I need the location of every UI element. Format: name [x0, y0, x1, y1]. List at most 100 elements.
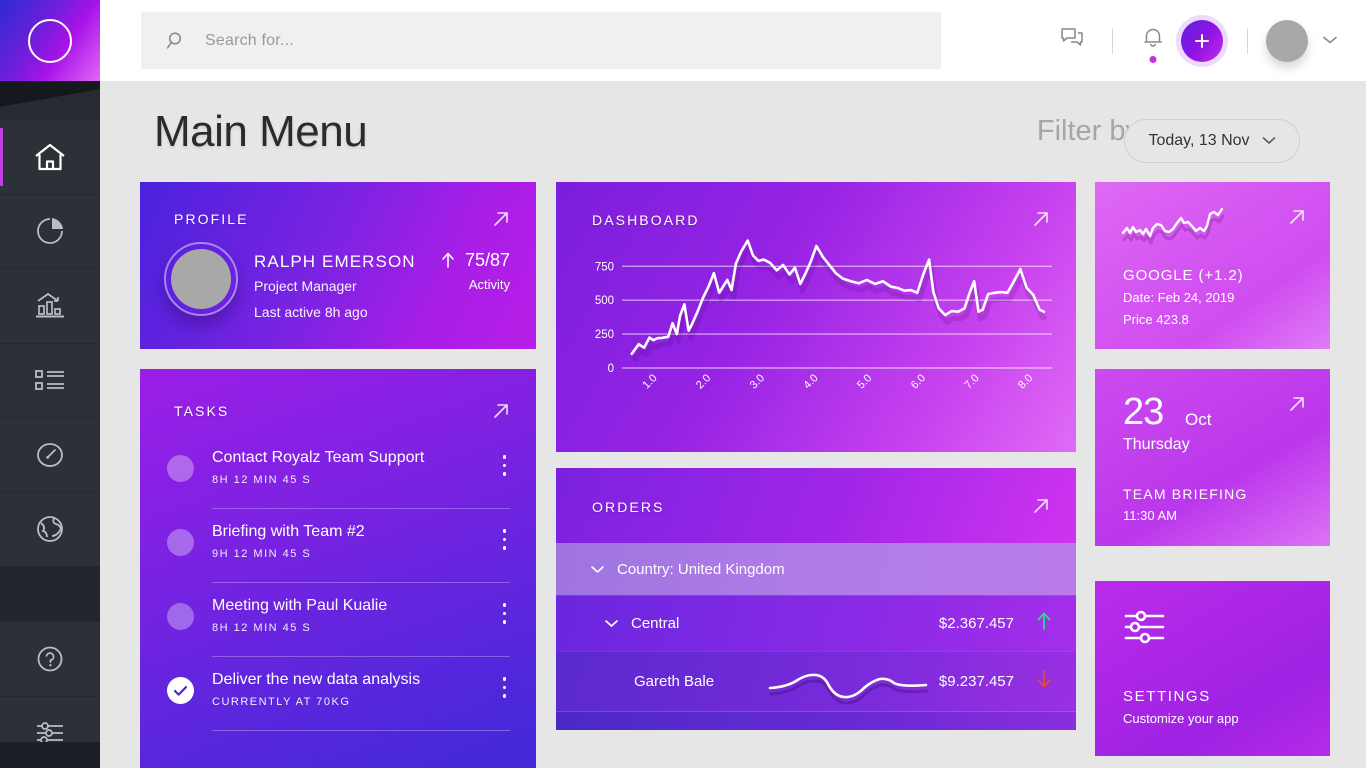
list-item[interactable]: Contact Royalz Team Support 8H 12 MIN 45… [140, 435, 536, 509]
orders-footer-row [556, 711, 1076, 730]
search-placeholder: Search for... [205, 31, 294, 49]
stock-card[interactable]: GOOGLE (+1.2) Date: Feb 24, 2019 Price 4… [1095, 182, 1330, 349]
circle-logo-icon [28, 18, 72, 63]
calendar-month: Oct [1185, 410, 1212, 429]
expand-arrow-icon[interactable] [1286, 393, 1308, 420]
page-title: Main Menu [154, 107, 368, 156]
expand-arrow-icon[interactable] [490, 208, 512, 235]
chat-icon [1060, 27, 1084, 54]
svg-text:5.0: 5.0 [855, 372, 874, 391]
app-logo[interactable] [0, 0, 100, 81]
sparkline-icon [768, 660, 929, 709]
header-divider-2 [1247, 27, 1248, 54]
svg-text:0: 0 [608, 363, 614, 375]
profile-role: Project Manager [254, 278, 357, 294]
line-chart: 0 250 500 750 1.0 2.0 3.0 4.0 5.0 6.0 7.0 8.0 [595, 239, 1052, 392]
header-divider-1 [1112, 27, 1113, 54]
task-meta: 9H 12 MIN 45 S [212, 548, 312, 560]
trend-up-icon [1036, 611, 1052, 636]
orders-header: ORDERS [556, 468, 1076, 543]
header-notch [100, 0, 126, 81]
task-menu-icon[interactable] [502, 529, 506, 555]
calendar-weekday: Thursday [1123, 436, 1190, 453]
orders-card[interactable]: ORDERS Country: United Kingdom Central $… [556, 468, 1076, 730]
sidebar [0, 0, 100, 768]
tasks-card[interactable]: TASKS Contact Royalz Team Support 8H 12 … [140, 369, 536, 768]
svg-text:7.0: 7.0 [962, 372, 981, 391]
expand-arrow-icon[interactable] [1286, 206, 1308, 233]
header-actions [1050, 0, 1338, 81]
orders-group-row[interactable]: Central $2.367.457 [556, 595, 1076, 651]
calendar-card[interactable]: 23 Oct Thursday TEAM BRIEFING 11:30 AM [1095, 369, 1330, 546]
svg-text:500: 500 [595, 295, 614, 307]
svg-text:250: 250 [595, 329, 614, 341]
profile-avatar [164, 242, 238, 316]
dashboard-chart-card[interactable]: DASHBOARD 0 250 500 750 1.0 2.0 3.0 4.0 5.0 6.0 7.… [556, 182, 1076, 452]
dashboard-card-title: DASHBOARD [592, 212, 700, 228]
profile-card[interactable]: PROFILE RALPH EMERSON Project Manager La… [140, 182, 536, 349]
stock-date: Date: Feb 24, 2019 [1123, 290, 1235, 305]
top-header: Search for... [100, 0, 1366, 81]
task-meta: 8H 12 MIN 45 S [212, 474, 312, 486]
orders-group-label: Central [631, 615, 680, 632]
tasks-card-title: TASKS [174, 403, 230, 419]
list-item[interactable]: Meeting with Paul Kualie 8H 12 MIN 45 S [140, 583, 536, 657]
orders-country-row[interactable]: Country: United Kingdom [556, 543, 1076, 595]
expand-arrow-icon[interactable] [490, 400, 512, 427]
chevron-down-icon[interactable] [590, 561, 605, 578]
sidebar-divider [0, 81, 100, 120]
sidebar-item-reports[interactable] [0, 269, 100, 344]
gauge-icon [34, 439, 66, 471]
stock-price: Price 423.8 [1123, 312, 1189, 327]
svg-text:1.0: 1.0 [640, 372, 659, 391]
profile-card-title: PROFILE [174, 211, 249, 227]
sidebar-item-list[interactable] [0, 343, 100, 418]
chevron-down-icon[interactable] [1322, 32, 1338, 50]
sidebar-spacer [0, 567, 100, 622]
filter-value: Today, 13 Nov [1148, 132, 1250, 149]
list-item[interactable]: Briefing with Team #2 9H 12 MIN 45 S [140, 509, 536, 583]
chat-button[interactable] [1050, 19, 1094, 63]
sidebar-item-home[interactable] [0, 120, 100, 195]
trend-down-icon [1036, 669, 1052, 694]
dashboard-app: Search for... Main Menu Filter by Today,… [0, 0, 1366, 768]
globe-icon [34, 513, 66, 545]
expand-arrow-icon[interactable] [1030, 495, 1052, 522]
sidebar-item-help[interactable] [0, 622, 100, 697]
list-icon [33, 367, 67, 393]
orders-item-row[interactable]: Gareth Bale $9.237.457 [556, 651, 1076, 711]
task-list: Contact Royalz Team Support 8H 12 MIN 45… [140, 435, 536, 731]
task-status-dot-checked[interactable] [167, 677, 194, 704]
task-status-dot[interactable] [167, 455, 194, 482]
sidebar-item-performance[interactable] [0, 418, 100, 493]
sidebar-item-global[interactable] [0, 492, 100, 567]
task-meta: 8H 12 MIN 45 S [212, 622, 312, 634]
list-item[interactable]: Deliver the new data analysis CURRENTLY … [140, 657, 536, 731]
task-status-dot[interactable] [167, 603, 194, 630]
filter-dropdown[interactable]: Today, 13 Nov [1124, 119, 1300, 163]
settings-card[interactable]: SETTINGS Customize your app [1095, 581, 1330, 756]
avatar[interactable] [1266, 19, 1308, 62]
orders-item-value: $9.237.457 [938, 673, 1014, 690]
task-name: Deliver the new data analysis [212, 671, 421, 688]
bell-icon [1142, 26, 1164, 55]
chevron-down-icon[interactable] [604, 615, 619, 633]
sidebar-footer [0, 742, 100, 768]
sidebar-item-analytics[interactable] [0, 194, 100, 269]
add-button[interactable] [1181, 19, 1223, 62]
activity-up-arrow-icon [440, 251, 456, 274]
notifications-button[interactable] [1131, 19, 1175, 63]
search-input[interactable]: Search for... [141, 12, 941, 69]
profile-name: RALPH EMERSON [254, 252, 416, 271]
task-status-dot[interactable] [167, 529, 194, 556]
orders-item-label: Gareth Bale [634, 673, 715, 690]
help-icon [35, 644, 65, 674]
task-menu-icon[interactable] [502, 455, 506, 481]
expand-arrow-icon[interactable] [1030, 208, 1052, 235]
task-menu-icon[interactable] [502, 677, 506, 703]
page-titlebar: Main Menu Filter by Today, 13 Nov [100, 81, 1366, 182]
task-meta: CURRENTLY AT 70KG [212, 696, 351, 708]
task-menu-icon[interactable] [502, 603, 506, 629]
svg-text:750: 750 [595, 261, 614, 273]
calendar-day: 23 [1123, 391, 1164, 433]
